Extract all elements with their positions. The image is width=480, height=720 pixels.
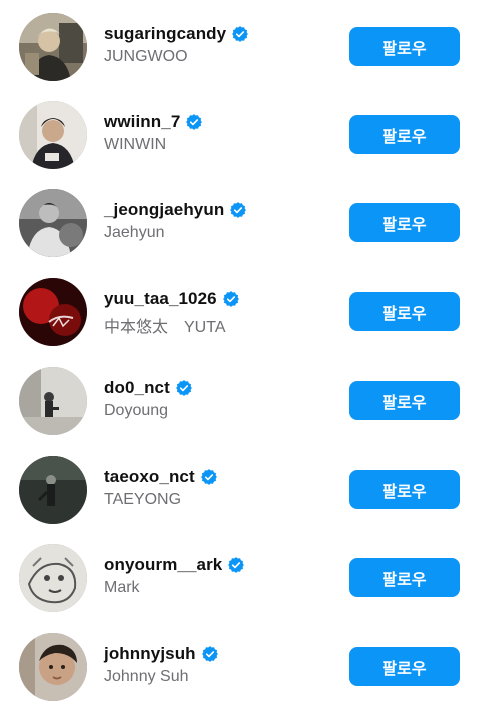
account-info: yuu_taa_1026 中本悠太 YUTA [104, 287, 240, 337]
suggested-accounts-list: sugaringcandy JUNGWOO 팔로우 wwiinn_7 WINWI… [0, 0, 480, 718]
full-name: Jaehyun [104, 224, 165, 241]
account-info: _jeongjaehyun Jaehyun [104, 198, 247, 242]
verified-badge-icon [176, 380, 192, 396]
avatar[interactable] [19, 189, 87, 257]
account-row: _jeongjaehyun Jaehyun 팔로우 [0, 188, 480, 276]
account-row: yuu_taa_1026 中本悠太 YUTA 팔로우 [0, 277, 480, 365]
account-info: taeoxo_nct TAEYONG [104, 465, 218, 509]
account-info: onyourm__ark Mark [104, 553, 245, 597]
username[interactable]: wwiinn_7 [104, 112, 180, 132]
avatar[interactable] [19, 633, 87, 701]
account-row: onyourm__ark Mark 팔로우 [0, 543, 480, 631]
username[interactable]: do0_nct [104, 378, 170, 398]
verified-badge-icon [186, 114, 203, 130]
verified-badge-icon [230, 202, 247, 218]
follow-button[interactable]: 팔로우 [349, 647, 460, 686]
follow-button[interactable]: 팔로우 [349, 470, 460, 509]
follow-button[interactable]: 팔로우 [349, 381, 460, 420]
avatar[interactable] [19, 367, 87, 435]
full-name: JUNGWOO [104, 48, 188, 65]
avatar[interactable] [19, 456, 87, 524]
full-name: Doyoung [104, 402, 169, 419]
username[interactable]: taeoxo_nct [104, 467, 195, 487]
account-row: johnnyjsuh Johnny Suh 팔로우 [0, 632, 480, 720]
verified-badge-icon [222, 291, 239, 307]
account-row: do0_nct Doyoung 팔로우 [0, 366, 480, 454]
verified-badge-icon [232, 26, 249, 42]
avatar[interactable] [19, 101, 87, 169]
follow-button[interactable]: 팔로우 [349, 203, 460, 242]
account-info: do0_nct Doyoung [104, 376, 193, 420]
avatar[interactable] [19, 278, 87, 346]
account-row: wwiinn_7 WINWIN 팔로우 [0, 100, 480, 188]
avatar[interactable] [19, 544, 87, 612]
username[interactable]: yuu_taa_1026 [104, 289, 217, 309]
verified-badge-icon [228, 557, 245, 573]
follow-button[interactable]: 팔로우 [349, 292, 460, 331]
follow-button[interactable]: 팔로우 [349, 115, 460, 154]
username[interactable]: sugaringcandy [104, 24, 226, 44]
full-name: 中本悠太 YUTA [104, 319, 226, 336]
avatar[interactable] [19, 13, 87, 81]
account-info: wwiinn_7 WINWIN [104, 110, 203, 154]
follow-button[interactable]: 팔로우 [349, 27, 460, 66]
full-name: WINWIN [104, 136, 167, 153]
account-info: johnnyjsuh Johnny Suh [104, 642, 219, 686]
account-row: taeoxo_nct TAEYONG 팔로우 [0, 455, 480, 543]
verified-badge-icon [201, 646, 218, 662]
username[interactable]: johnnyjsuh [104, 644, 196, 664]
username[interactable]: _jeongjaehyun [104, 200, 224, 220]
follow-button[interactable]: 팔로우 [349, 558, 460, 597]
username[interactable]: onyourm__ark [104, 555, 222, 575]
full-name: TAEYONG [104, 491, 182, 508]
account-row: sugaringcandy JUNGWOO 팔로우 [0, 12, 480, 100]
account-info: sugaringcandy JUNGWOO [104, 22, 249, 66]
full-name: Mark [104, 579, 140, 596]
full-name: Johnny Suh [104, 668, 189, 685]
verified-badge-icon [200, 469, 217, 485]
